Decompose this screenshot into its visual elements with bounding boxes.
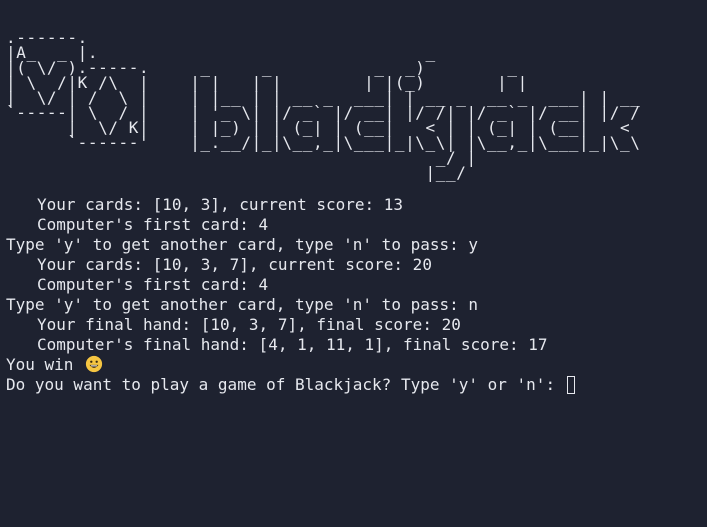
- computer-final-hand-line: Computer's final hand: [4, 1, 11, 1], fi…: [37, 335, 548, 354]
- result-text: You win: [6, 355, 74, 374]
- player-final-hand-line: Your final hand: [10, 3, 7], final score…: [37, 315, 461, 334]
- terminal-window[interactable]: .------. |A_ _ |. _ |( \/ ).-----. _ _ _…: [0, 0, 707, 527]
- text-cursor: [566, 376, 575, 394]
- result-line: You win: [6, 355, 707, 375]
- computer-first-card-line: Computer's first card: 4: [37, 215, 269, 234]
- hit-prompt-line: Type 'y' to get another card, type 'n' t…: [6, 295, 479, 314]
- player-cards-line: Your cards: [10, 3, 7], current score: 2…: [37, 255, 432, 274]
- player-cards-line: Your cards: [10, 3], current score: 13: [37, 195, 404, 214]
- play-again-prompt-text: Do you want to play a game of Blackjack?…: [6, 375, 565, 394]
- play-again-prompt-line: Do you want to play a game of Blackjack?…: [6, 375, 707, 395]
- terminal-output: Your cards: [10, 3], current score: 13 C…: [6, 195, 707, 395]
- blackjack-ascii-logo: .------. |A_ _ |. _ |( \/ ).-----. _ _ _…: [6, 28, 641, 182]
- computer-first-card-line: Computer's first card: 4: [37, 275, 269, 294]
- grinning-face-emoji-icon: [85, 355, 103, 373]
- hit-prompt-line: Type 'y' to get another card, type 'n' t…: [6, 235, 479, 254]
